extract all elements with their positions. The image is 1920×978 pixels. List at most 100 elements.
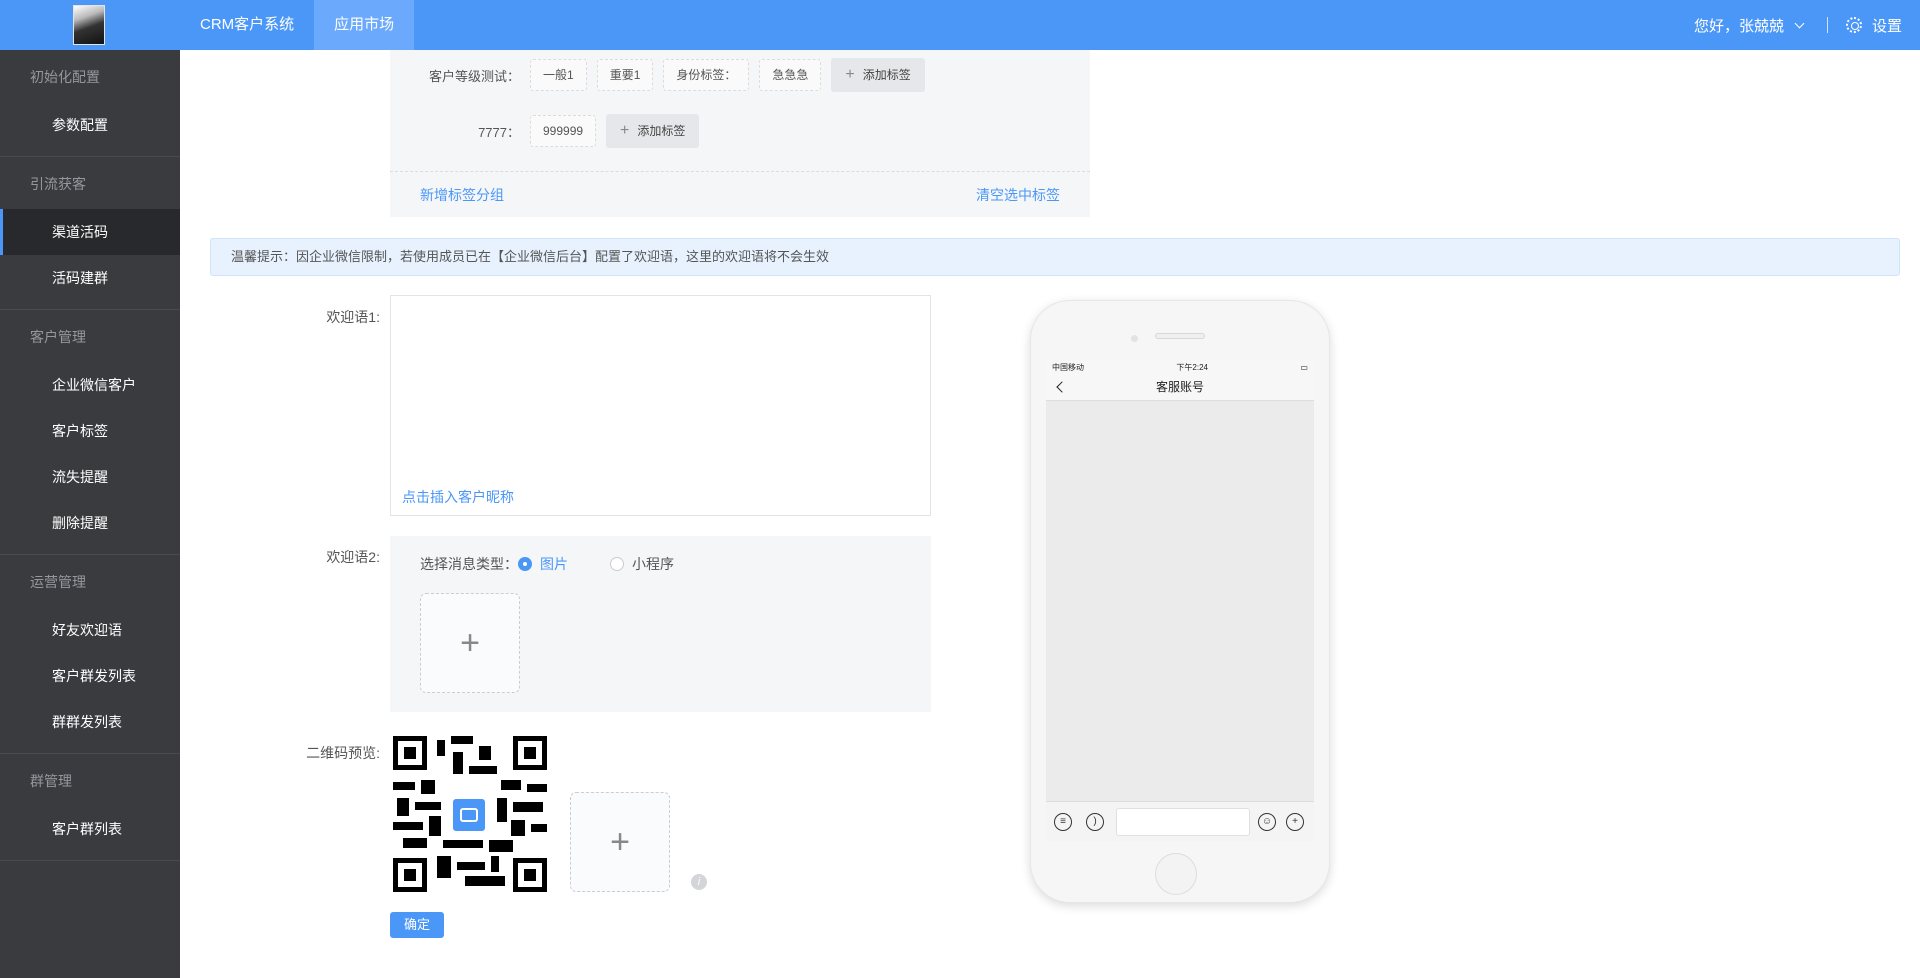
radio-miniprogram-label[interactable]: 小程序	[632, 554, 674, 574]
sidebar: 初始化配置 参数配置 引流获客 渠道活码 活码建群 客户管理 企业微信客户 客户…	[0, 50, 180, 978]
tag-item[interactable]: 一般1	[530, 59, 587, 91]
qr-module	[443, 840, 483, 848]
sidebar-group-title: 引流获客	[30, 176, 86, 192]
voice-icon: )	[1086, 813, 1104, 831]
sidebar-item-group-list[interactable]: 客户群列表	[0, 806, 180, 852]
sidebar-group-title: 初始化配置	[30, 69, 100, 85]
nav-crm-system[interactable]: CRM客户系统	[180, 0, 314, 50]
sidebar-group-title: 客户管理	[30, 329, 86, 345]
qr-code-image	[393, 736, 547, 892]
phone-input-bar: ≡ ) ☺ +	[1046, 801, 1314, 841]
qr-module	[453, 752, 463, 774]
sidebar-item-welcome-msg[interactable]: 好友欢迎语	[0, 607, 180, 653]
tag-item[interactable]: 重要1	[596, 59, 654, 91]
chevron-down-icon[interactable]	[1794, 18, 1805, 28]
message-type-group: 选择消息类型： 图片 小程序	[420, 554, 674, 574]
qr-module	[403, 838, 427, 848]
home-button	[1155, 853, 1197, 895]
qr-module	[511, 820, 525, 836]
qr-finder	[513, 736, 547, 770]
tag-item[interactable]: 急急急	[759, 59, 822, 91]
qr-module	[479, 746, 491, 760]
new-tag-group-link[interactable]: 新增标签分组	[420, 185, 504, 205]
qr-finder	[513, 858, 547, 892]
sidebar-group-title: 运营管理	[30, 574, 86, 590]
qr-module	[497, 798, 507, 822]
message-type-label: 选择消息类型：	[420, 556, 518, 572]
top-nav: CRM客户系统 应用市场	[180, 0, 415, 50]
settings-link[interactable]: 设置	[1872, 15, 1902, 36]
logo-image	[73, 5, 105, 45]
sidebar-item-params[interactable]: 参数配置	[0, 102, 180, 148]
tag-group-label: 7777：	[478, 124, 520, 140]
sidebar-item-delete-alert[interactable]: 删除提醒	[0, 500, 180, 546]
phone-screen: 中国移动 下午2:24 ▭ 客服账号 ≡ ) ☺ +	[1046, 361, 1314, 841]
welcome1-textarea[interactable]: 点击插入客户昵称	[390, 295, 931, 516]
tag-panel-footer: 新增标签分组 清空选中标签	[390, 171, 1090, 217]
sidebar-group-init: 初始化配置 参数配置	[0, 50, 180, 157]
top-bar: CRM客户系统 应用市场 您好，张兢兢 设置	[0, 0, 1920, 50]
radio-miniprogram[interactable]	[610, 557, 624, 571]
user-greeting[interactable]: 您好，张兢兢	[1694, 15, 1784, 36]
qr-center-logo	[450, 796, 488, 834]
qr-module	[513, 802, 543, 812]
camera-dot	[1131, 335, 1138, 342]
plus-icon: +	[610, 822, 630, 861]
confirm-button[interactable]: 确定	[390, 912, 444, 938]
sidebar-item-customer-broadcast[interactable]: 客户群发列表	[0, 653, 180, 699]
qr-module	[457, 862, 485, 870]
radio-image[interactable]	[518, 557, 532, 571]
back-icon	[1056, 381, 1068, 393]
tag-item[interactable]: 999999	[530, 115, 597, 147]
qr-module	[437, 856, 451, 878]
phone-nav-bar: 客服账号	[1046, 373, 1314, 401]
emoji-icon: ☺	[1258, 813, 1276, 831]
welcome2-panel: 选择消息类型： 图片 小程序 +	[390, 536, 931, 712]
gear-icon[interactable]	[1845, 17, 1862, 33]
qr-module	[451, 736, 473, 744]
sidebar-item-churn-alert[interactable]: 流失提醒	[0, 454, 180, 500]
plus-icon: +	[845, 66, 855, 83]
info-icon[interactable]: i	[691, 874, 707, 890]
plus-circle-icon: +	[1286, 813, 1304, 831]
image-upload-button[interactable]: +	[420, 593, 520, 693]
main-content: 客户等级测试： 一般1 重要1 身份标签： 急急急 + 添加标签 7777： 99…	[180, 50, 1920, 978]
qr-module	[489, 840, 513, 852]
insert-nickname-link[interactable]: 点击插入客户昵称	[402, 487, 514, 507]
radio-image-label[interactable]: 图片	[540, 554, 568, 574]
qr-module	[437, 740, 445, 756]
qr-module	[465, 876, 505, 886]
qr-module	[429, 816, 441, 836]
sidebar-item-code-group[interactable]: 活码建群	[0, 255, 180, 301]
notice-banner: 温馨提示：因企业微信限制，若使用成员已在【企业微信后台】配置了欢迎语，这里的欢迎…	[210, 238, 1900, 276]
add-tag-label: 添加标签	[862, 68, 911, 82]
tag-item[interactable]: 身份标签：	[663, 59, 750, 91]
qr-module	[393, 822, 423, 830]
divider	[1826, 17, 1828, 33]
qr-logo-upload-button[interactable]: +	[570, 792, 670, 892]
qr-module	[491, 856, 499, 872]
sidebar-group-traffic: 引流获客 渠道活码 活码建群	[0, 157, 180, 310]
carrier-text: 中国移动	[1052, 362, 1084, 372]
sidebar-item-wecom-customers[interactable]: 企业微信客户	[0, 362, 180, 408]
qr-module	[527, 784, 547, 792]
add-tag-button[interactable]: + 添加标签	[606, 114, 700, 148]
add-tag-button[interactable]: + 添加标签	[831, 58, 925, 92]
qr-module	[415, 802, 441, 810]
sidebar-item-customer-tags[interactable]: 客户标签	[0, 408, 180, 454]
qr-module	[469, 766, 497, 774]
qr-module	[531, 824, 547, 832]
sidebar-item-group-broadcast[interactable]: 群群发列表	[0, 699, 180, 745]
nav-app-market[interactable]: 应用市场	[314, 0, 415, 50]
time-text: 下午2:24	[1176, 362, 1208, 372]
sidebar-item-channel-code[interactable]: 渠道活码	[0, 209, 180, 255]
tag-panel: 客户等级测试： 一般1 重要1 身份标签： 急急急 + 添加标签 7777： 99…	[390, 50, 1090, 217]
clear-selected-tags-link[interactable]: 清空选中标签	[976, 185, 1060, 205]
tag-row: 7777： 999999 + 添加标签	[390, 114, 700, 148]
qr-module	[421, 780, 435, 794]
qr-finder	[393, 736, 427, 770]
sidebar-group-title: 群管理	[30, 773, 72, 789]
qr-preview-label: 二维码预览:	[306, 745, 380, 761]
qr-module	[501, 780, 521, 790]
add-tag-label: 添加标签	[637, 124, 686, 138]
